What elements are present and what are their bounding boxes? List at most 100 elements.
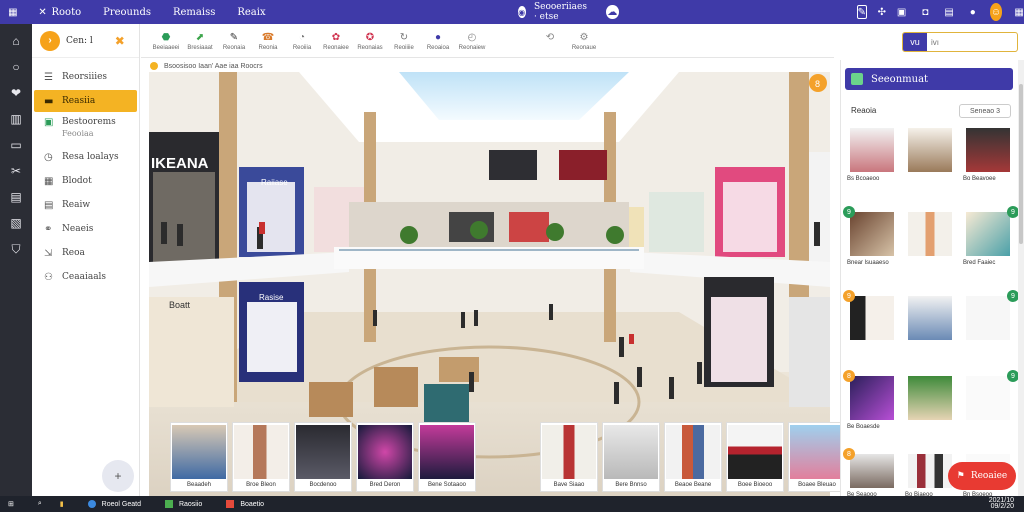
- toolbar-button-4[interactable]: ◔ Reoiiia: [285, 24, 319, 52]
- clipboard-icon[interactable]: ✎: [856, 5, 867, 19]
- chat-bubble-icon[interactable]: ◘: [920, 5, 930, 19]
- product-card[interactable]: 9: [963, 370, 1019, 430]
- taskbar-app-photos[interactable]: Raosiio: [164, 500, 202, 508]
- menu-item-reaix[interactable]: Reaix: [237, 7, 265, 18]
- product-image: [850, 128, 894, 172]
- sidebar-item-label: Reoa: [62, 248, 85, 258]
- grid-icon[interactable]: ▦: [8, 5, 18, 19]
- tools-icon[interactable]: ✂: [7, 162, 25, 180]
- thumbnail[interactable]: Boaee Bleuao: [788, 422, 846, 492]
- tag-icon: ◷: [44, 151, 53, 163]
- menu-item-preounds[interactable]: Preounds: [103, 7, 151, 18]
- chat-icon[interactable]: ☁: [606, 5, 619, 19]
- breadcrumb-text[interactable]: Bsoosisoo Iaan' Aae iaa Roocrs: [164, 63, 263, 70]
- cta-button[interactable]: ⚑ Reoaiee: [948, 462, 1016, 490]
- product-card[interactable]: [905, 212, 955, 266]
- taskbar-app-other[interactable]: Boaetio: [226, 500, 264, 508]
- sidebar-item-label: Neaeis: [62, 224, 94, 234]
- product-card[interactable]: 9: [843, 290, 897, 344]
- scene-corner-badge[interactable]: 8: [815, 79, 820, 89]
- product-card[interactable]: [905, 296, 955, 344]
- sidebar-item-2[interactable]: ▣ Bestoorems Feooiaa: [34, 114, 137, 144]
- toolbar-button-6[interactable]: ✪ Reonaias: [353, 24, 387, 52]
- scrollbar-thumb[interactable]: [1019, 84, 1023, 244]
- product-card[interactable]: [905, 376, 955, 430]
- layers-icon: ⬣: [161, 31, 171, 43]
- home-icon[interactable]: ⌂: [7, 32, 25, 50]
- thumbnail[interactable]: Beaadeh: [170, 422, 228, 492]
- product-card[interactable]: Bo Beavoee: [963, 128, 1013, 182]
- product-card[interactable]: Be Boaesde 8: [843, 370, 897, 430]
- sidebar-item-6[interactable]: ⚭ Neaeis: [34, 218, 137, 240]
- sidebar-item-7[interactable]: ⇲ Reoa: [34, 242, 137, 264]
- product-image: [850, 296, 894, 340]
- toolbar-button-5[interactable]: ✿ Reonaiee: [319, 24, 353, 52]
- heart-icon[interactable]: ❤: [7, 84, 25, 102]
- search-icon[interactable]: ⌕: [38, 500, 42, 508]
- toolbar-button-1[interactable]: ⬈ Bresiaaat: [183, 24, 217, 52]
- sidebar-nav: ☰ Reorsiiies ▬ Reasiia ▣ Bestoorems Feooiaa …: [32, 58, 139, 288]
- thumbnail[interactable]: Broe Bleon: [232, 422, 290, 492]
- camera-round-icon[interactable]: ●: [968, 5, 978, 19]
- bag-icon[interactable]: ▣: [897, 5, 907, 19]
- toolbar-button-2[interactable]: ✎ Reonaia: [217, 24, 251, 52]
- product-card[interactable]: Be Seaooo 8: [843, 448, 897, 498]
- camera-icon[interactable]: ▤: [944, 5, 954, 19]
- bell-icon[interactable]: ✣: [877, 5, 887, 19]
- product-card[interactable]: 9: [963, 290, 1019, 344]
- close-icon[interactable]: ✖: [115, 34, 125, 48]
- thumbnail[interactable]: Boee Bioeoo: [726, 422, 784, 492]
- thumbnail[interactable]: Beaoe Beane: [664, 422, 722, 492]
- panel-subtitle: Reaoia: [851, 106, 877, 115]
- product-card[interactable]: Bs Bcoaeoo: [847, 128, 897, 182]
- taskbar-clock[interactable]: 2021/10 09/2/20: [989, 497, 1014, 510]
- app-icon: [226, 500, 235, 508]
- thumbnail-image: [234, 425, 288, 479]
- thumbnail[interactable]: Bave Siaao: [540, 422, 598, 492]
- menu-item-remaiss[interactable]: Remaiss: [173, 7, 215, 18]
- thumbnail[interactable]: Bene Sotaaoo: [418, 422, 476, 492]
- product-card[interactable]: Bred Faaiec 9: [963, 206, 1019, 266]
- taskbar-app-browser[interactable]: Roeol Geatd: [87, 500, 141, 508]
- monitor-icon[interactable]: ▭: [7, 136, 25, 154]
- folder-icon[interactable]: ▮: [60, 500, 64, 508]
- ticket-icon[interactable]: ▧: [7, 214, 25, 232]
- windows-icon[interactable]: ⊞: [8, 500, 14, 508]
- avatar-icon[interactable]: ☺: [989, 3, 1003, 21]
- badge-icon: ✪: [365, 31, 375, 43]
- panel-scrollbar[interactable]: [1018, 60, 1024, 496]
- sidebar-item-5[interactable]: ▤ Reaiw: [34, 194, 137, 216]
- thumbnail[interactable]: Bocdenoo: [294, 422, 352, 492]
- thumbnail[interactable]: Bred Deron: [356, 422, 414, 492]
- toolbar-button-10[interactable]: ⟲: [533, 24, 567, 45]
- product-card[interactable]: [905, 128, 955, 182]
- toolbar-button-8[interactable]: ● Reoaioa: [421, 24, 455, 52]
- pin-icon[interactable]: ✕: [38, 5, 48, 19]
- search-input[interactable]: [927, 37, 1013, 47]
- product-row: Bnear lsuaaeso 9 Bred Faaiec 9: [843, 206, 1019, 266]
- sidebar-item-0[interactable]: ☰ Reorsiiies: [34, 66, 137, 88]
- toolbar-button-7[interactable]: ↻ Reoiiiie: [387, 24, 421, 52]
- circle-icon[interactable]: ○: [7, 58, 25, 76]
- toolbar-button-11[interactable]: ⚙ Reonaue: [567, 24, 601, 52]
- sidebar-item-1[interactable]: ▬ Reasiia: [34, 90, 137, 112]
- product-card[interactable]: Bnear lsuaaeso 9: [843, 206, 897, 266]
- apps-grid-icon[interactable]: ▦: [1014, 5, 1024, 19]
- clipboard-icon[interactable]: ▥: [7, 110, 25, 128]
- sidebar-item-3[interactable]: ◷ Resa loalays: [34, 146, 137, 168]
- add-button[interactable]: +: [102, 460, 134, 492]
- rating-badge: 8: [843, 370, 855, 382]
- document-icon[interactable]: ▤: [7, 188, 25, 206]
- search-button[interactable]: vu: [903, 33, 927, 51]
- thumbnail[interactable]: Bere Bnnso: [602, 422, 660, 492]
- toolbar-button-3[interactable]: ☎ Reonia: [251, 24, 285, 52]
- sidebar-item-8[interactable]: ⚇ Ceaaiaals: [34, 266, 137, 288]
- globe-icon[interactable]: ◉: [517, 6, 526, 18]
- toolbar-button-9[interactable]: ◴ Reonaiew: [455, 24, 489, 52]
- sidebar-item-4[interactable]: ▦ Blodot: [34, 170, 137, 192]
- menu-item-rooto[interactable]: Rooto: [52, 7, 82, 18]
- panel-sort-button[interactable]: Seneao 3: [959, 104, 1011, 118]
- shield-icon[interactable]: ⛉: [7, 240, 25, 258]
- toolbar-button-0[interactable]: ⬣ Beeiaaeei: [149, 24, 183, 52]
- cta-icon: ⚑: [956, 471, 965, 481]
